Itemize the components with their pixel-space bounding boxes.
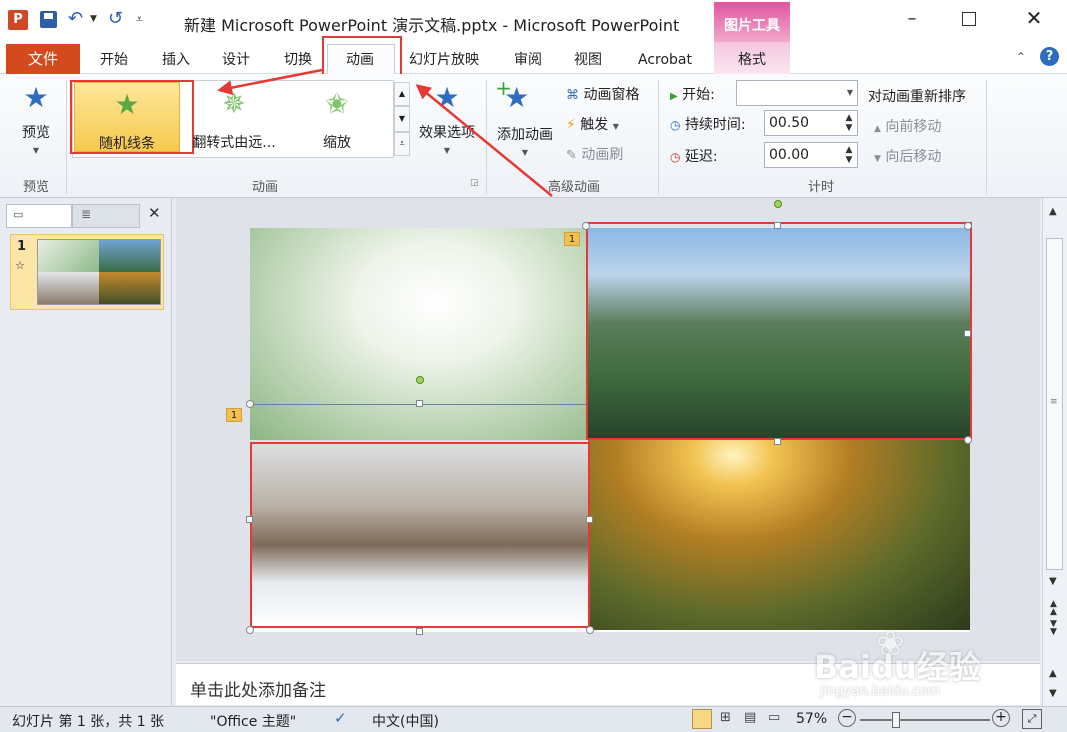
vertical-scrollbar[interactable]: ▲ ≡ ▼ ▲ ▲ ▼ ▼ ▲ ▼: [1042, 198, 1067, 706]
notes-scroll-up-icon[interactable]: ▲: [1049, 668, 1057, 679]
previous-slide-icon[interactable]: ▲ ▲: [1050, 600, 1057, 617]
scroll-thumb[interactable]: ≡: [1046, 238, 1063, 570]
watermark-brand: Baidu经验: [814, 648, 981, 686]
zoom-level[interactable]: 57%: [796, 711, 827, 727]
zoom-in-icon[interactable]: +: [992, 709, 1010, 727]
resize-handle[interactable]: [416, 628, 423, 635]
rotation-handle[interactable]: [416, 376, 424, 384]
slide-thumbnail: [37, 239, 161, 305]
animation-tag-2[interactable]: 1: [226, 408, 242, 422]
resize-handle[interactable]: [582, 222, 590, 230]
resize-handle[interactable]: [246, 400, 254, 408]
reading-view-icon[interactable]: ▤: [744, 710, 756, 725]
scroll-up-icon[interactable]: ▲: [1049, 206, 1057, 217]
thumb-peaks: [99, 240, 160, 272]
image-flowers[interactable]: [250, 228, 588, 440]
watermark-url: jingyan.baidu.com: [820, 684, 940, 699]
slide-thumbnail-item[interactable]: 1 ☆: [10, 234, 164, 310]
thumb-sunset: [99, 272, 160, 304]
resize-handle[interactable]: [586, 626, 594, 634]
notes-scroll-down-icon[interactable]: ▼: [1049, 688, 1057, 699]
thumb-mountain: [38, 272, 99, 304]
scroll-down-icon[interactable]: ▼: [1049, 576, 1057, 587]
normal-view-icon[interactable]: [692, 709, 712, 729]
fit-slide-icon[interactable]: ⤢: [1022, 709, 1042, 729]
resize-handle[interactable]: [774, 222, 781, 229]
resize-handle[interactable]: [964, 330, 971, 337]
pane-tab-outline[interactable]: ≣: [72, 204, 140, 228]
rotation-handle[interactable]: [774, 200, 782, 208]
slide-number: 1: [17, 239, 27, 254]
slide-sorter-icon[interactable]: ⊞: [720, 710, 731, 725]
slide-editing-area: 1 1: [176, 198, 1040, 661]
slide-animation-marker: ☆: [15, 259, 25, 272]
notes-placeholder[interactable]: 单击此处添加备注: [190, 676, 326, 701]
arrow-to-animations-tab: [415, 84, 553, 197]
scroll-grip-icon: ≡: [1050, 397, 1058, 407]
zoom-out-icon[interactable]: −: [838, 709, 856, 727]
status-bar: 幻灯片 第 1 张，共 1 张 "Office 主题" ✓ 中文(中国) ⊞ ▤…: [0, 706, 1067, 732]
animation-tag-1[interactable]: 1: [564, 232, 580, 246]
resize-handle[interactable]: [774, 438, 781, 445]
slides-pane: ▭ ≣ ✕ 1 ☆: [0, 198, 172, 706]
highlight-snow-mountain-image: [250, 442, 590, 628]
resize-handle[interactable]: [964, 436, 972, 444]
resize-handle[interactable]: [416, 400, 423, 407]
zoom-slider-thumb[interactable]: [892, 712, 900, 728]
baidu-watermark: ❀ Baidu经验 jingyan.baidu.com: [814, 624, 1014, 704]
pane-tab-slides[interactable]: ▭: [6, 204, 72, 228]
next-slide-icon[interactable]: ▼ ▼: [1050, 620, 1057, 637]
resize-handle[interactable]: [964, 222, 972, 230]
arrow-to-random-bars: [217, 68, 323, 96]
thumb-flowers: [38, 240, 99, 272]
spellcheck-icon[interactable]: ✓: [334, 709, 347, 727]
highlight-karst-image: [586, 222, 972, 440]
resize-handle[interactable]: [586, 516, 593, 523]
language-status[interactable]: 中文(中国): [372, 711, 439, 731]
slideshow-view-icon[interactable]: ▭: [768, 710, 780, 725]
resize-handle[interactable]: [246, 626, 254, 634]
outline-tab-icon: ≣: [81, 207, 92, 221]
zoom-slider[interactable]: [860, 712, 990, 728]
theme-status[interactable]: "Office 主题": [210, 711, 296, 731]
image-sunset-valley[interactable]: [588, 440, 970, 630]
slides-tab-icon: ▭: [13, 208, 24, 221]
slide-count-status: 幻灯片 第 1 张，共 1 张: [12, 714, 165, 730]
pane-close-icon[interactable]: ✕: [148, 204, 161, 222]
resize-handle[interactable]: [246, 516, 253, 523]
